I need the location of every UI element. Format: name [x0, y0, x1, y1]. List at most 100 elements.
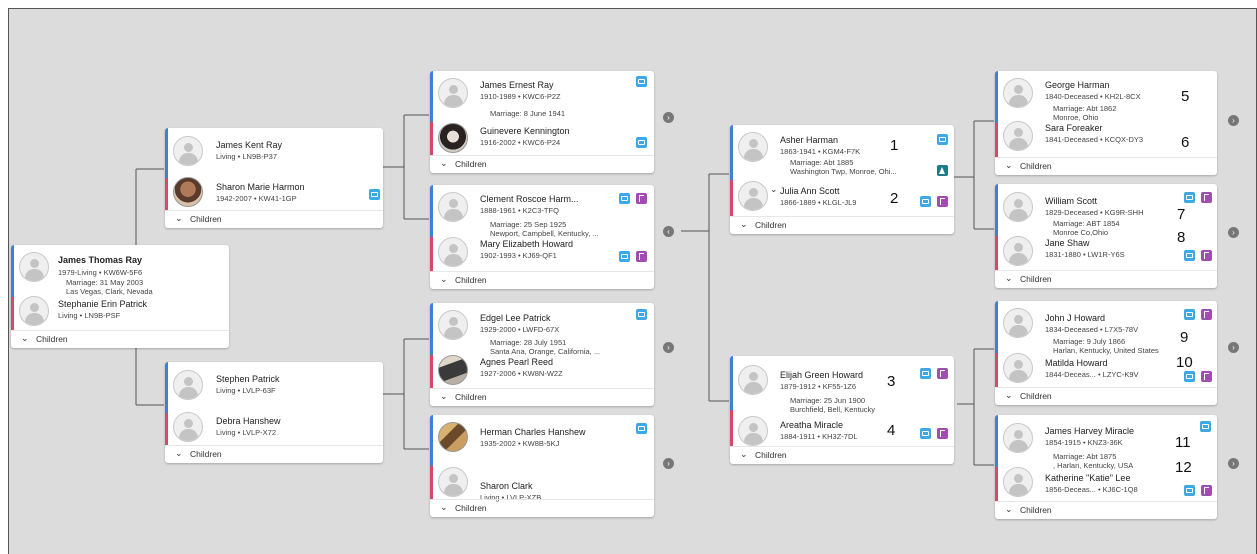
person-husband[interactable]: Herman Charles Hanshew 1935-2002 • KW8B-… [430, 418, 654, 454]
children-toggle[interactable]: ⌄ Children [430, 271, 654, 289]
nav-chevron-right-icon[interactable]: › [663, 342, 674, 353]
person-name[interactable]: Stephanie Erin Patrick [58, 299, 147, 309]
memories-icon[interactable] [920, 428, 931, 439]
person-name[interactable]: Sharon Marie Harmon [216, 182, 305, 192]
person-name[interactable]: Katherine "Katie" Lee [1045, 473, 1130, 483]
tree-canvas[interactable]: James Thomas Ray 1979-Living • KW6W-5F6 … [8, 8, 1257, 554]
memories-icon[interactable] [369, 189, 380, 200]
person-name[interactable]: Edgel Lee Patrick [480, 313, 551, 323]
person-name[interactable]: James Ernest Ray [480, 80, 554, 90]
person-husband[interactable]: Edgel Lee Patrick 1929-2000 • LWFD-67X [430, 306, 654, 342]
person-husband[interactable]: James Ernest Ray 1910-1989 • KWC6-P2Z [430, 74, 654, 110]
person-husband[interactable]: Elijah Green Howard 1879-1912 • KF55-1Z6 [730, 359, 954, 395]
nav-chevron-right-icon[interactable]: › [1228, 458, 1239, 469]
person-wife[interactable]: Areatha Miracle 1884-1911 • KH3Z-7DL [730, 412, 954, 448]
memories-icon[interactable] [636, 309, 647, 320]
person-name[interactable]: Jane Shaw [1045, 238, 1090, 248]
nav-chevron-left-icon[interactable]: ‹ [663, 226, 674, 237]
memories-icon[interactable] [636, 137, 647, 148]
couple-card-g3a[interactable]: Asher Harman 1863-1941 • KGM4-F7K Marria… [730, 125, 954, 234]
memories-icon[interactable] [937, 134, 948, 145]
person-name[interactable]: Clement Roscoe Harm... [480, 194, 579, 204]
memories-icon[interactable] [1184, 371, 1195, 382]
memories-icon[interactable] [920, 196, 931, 207]
person-name[interactable]: Herman Charles Hanshew [480, 427, 586, 437]
memories-icon[interactable] [619, 193, 630, 204]
memories-icon[interactable] [636, 423, 647, 434]
person-name[interactable]: James Kent Ray [216, 140, 282, 150]
couple-card-root[interactable]: James Thomas Ray 1979-Living • KW6W-5F6 … [11, 245, 229, 348]
person-name[interactable]: Julia Ann Scott [780, 186, 840, 196]
couple-card-g2a[interactable]: James Ernest Ray 1910-1989 • KWC6-P2Z Ma… [430, 71, 654, 173]
person-name[interactable]: Agnes Pearl Reed [480, 357, 553, 367]
sources-tree-icon[interactable] [1201, 309, 1212, 320]
person-name[interactable]: William Scott [1045, 196, 1097, 206]
sources-tree-icon[interactable] [1201, 192, 1212, 203]
memories-icon[interactable] [1184, 192, 1195, 203]
person-name[interactable]: Sara Foreaker [1045, 123, 1103, 133]
children-toggle[interactable]: ⌄ Children [995, 270, 1217, 288]
children-toggle[interactable]: ⌄ Children [730, 216, 954, 234]
person-name[interactable]: Sharon Clark [480, 481, 533, 491]
children-toggle[interactable]: ⌄ Children [11, 330, 229, 348]
person-wife[interactable]: Debra Hanshew Living • LVLP-X72 [165, 407, 383, 443]
person-name[interactable]: Guinevere Kennington [480, 126, 570, 136]
children-toggle[interactable]: ⌄ Children [995, 501, 1217, 519]
person-wife[interactable]: Agnes Pearl Reed 1927-2006 • KW8N-W2Z [430, 355, 654, 391]
nav-chevron-right-icon[interactable]: › [1228, 115, 1239, 126]
children-toggle[interactable]: ⌄ Children [730, 446, 954, 464]
person-name[interactable]: James Harvey Miracle [1045, 426, 1134, 436]
couple-card-g2b[interactable]: Clement Roscoe Harm... 1888-1961 • K2C3-… [430, 185, 654, 289]
person-wife[interactable]: Guinevere Kennington 1916-2002 • KWC6-P2… [430, 119, 654, 155]
children-toggle[interactable]: ⌄ Children [995, 387, 1217, 405]
person-name[interactable]: Stephen Patrick [216, 374, 280, 384]
person-wife[interactable]: Sharon Marie Harmon 1942-2007 • KW41-1GP [165, 173, 383, 209]
sources-tree-icon[interactable] [937, 196, 948, 207]
memories-icon[interactable] [1184, 250, 1195, 261]
memories-icon[interactable] [619, 251, 630, 262]
couple-card-g1a[interactable]: James Kent Ray Living • LN9B-P37 Sharon … [165, 128, 383, 228]
person-name[interactable]: George Harman [1045, 80, 1110, 90]
couple-card-g4c[interactable]: John J Howard 1834-Deceased • L7X5-78V M… [995, 301, 1217, 405]
person-name[interactable]: Asher Harman [780, 135, 838, 145]
person-name[interactable]: Elijah Green Howard [780, 370, 863, 380]
person-name[interactable]: Debra Hanshew [216, 416, 281, 426]
couple-card-g2d[interactable]: Herman Charles Hanshew 1935-2002 • KW8B-… [430, 415, 654, 517]
sources-tree-icon[interactable] [1201, 371, 1212, 382]
children-toggle[interactable]: ⌄ Children [165, 445, 383, 463]
sources-tree-icon[interactable] [1201, 250, 1212, 261]
nav-chevron-right-icon[interactable]: › [663, 112, 674, 123]
children-toggle[interactable]: ⌄ Children [430, 388, 654, 406]
nav-chevron-right-icon[interactable]: › [1228, 342, 1239, 353]
person-husband[interactable]: James Kent Ray Living • LN9B-P37 [165, 131, 383, 167]
nav-chevron-right-icon[interactable]: › [1228, 227, 1239, 238]
memories-icon[interactable] [1184, 485, 1195, 496]
couple-card-g3b[interactable]: Elijah Green Howard 1879-1912 • KF55-1Z6… [730, 356, 954, 464]
children-toggle[interactable]: ⌄ Children [430, 155, 654, 173]
sources-tree-icon[interactable] [636, 251, 647, 262]
memories-icon[interactable] [636, 76, 647, 87]
sources-tree-icon[interactable] [1201, 485, 1212, 496]
children-toggle[interactable]: ⌄ Children [995, 157, 1217, 175]
couple-card-g4a[interactable]: George Harman 1840-Deceased • KH2L-8CX M… [995, 71, 1217, 175]
person-name[interactable]: Areatha Miracle [780, 420, 843, 430]
person-name[interactable]: John J Howard [1045, 313, 1105, 323]
person-wife[interactable]: Stephanie Erin Patrick Living • LN9B-PSF [11, 292, 229, 328]
memories-icon[interactable] [1184, 309, 1195, 320]
children-toggle[interactable]: ⌄ Children [430, 499, 654, 517]
person-wife[interactable]: Sharon Clark Living • LVLP-XZB [430, 463, 654, 502]
memories-icon[interactable] [1200, 421, 1211, 432]
chevron-down-icon[interactable]: ⌄ [770, 184, 778, 195]
sources-tree-icon[interactable] [937, 368, 948, 379]
person-husband[interactable]: Clement Roscoe Harm... 1888-1961 • K2C3-… [430, 188, 654, 224]
person-wife[interactable]: ⌄ Julia Ann Scott 1866-1889 • KLGL-JL9 [730, 181, 954, 217]
sources-tree-icon[interactable] [937, 428, 948, 439]
person-wife[interactable]: Mary Elizabeth Howard 1902-1993 • KJ69-Q… [430, 237, 654, 273]
hint-icon[interactable] [937, 165, 948, 176]
children-toggle[interactable]: ⌄ Children [165, 210, 383, 228]
nav-chevron-right-icon[interactable]: › [663, 458, 674, 469]
sources-tree-icon[interactable] [636, 193, 647, 204]
couple-card-g1b[interactable]: Stephen Patrick Living • LVLP-63F Debra … [165, 362, 383, 463]
person-name[interactable]: James Thomas Ray [58, 255, 142, 265]
memories-icon[interactable] [920, 368, 931, 379]
